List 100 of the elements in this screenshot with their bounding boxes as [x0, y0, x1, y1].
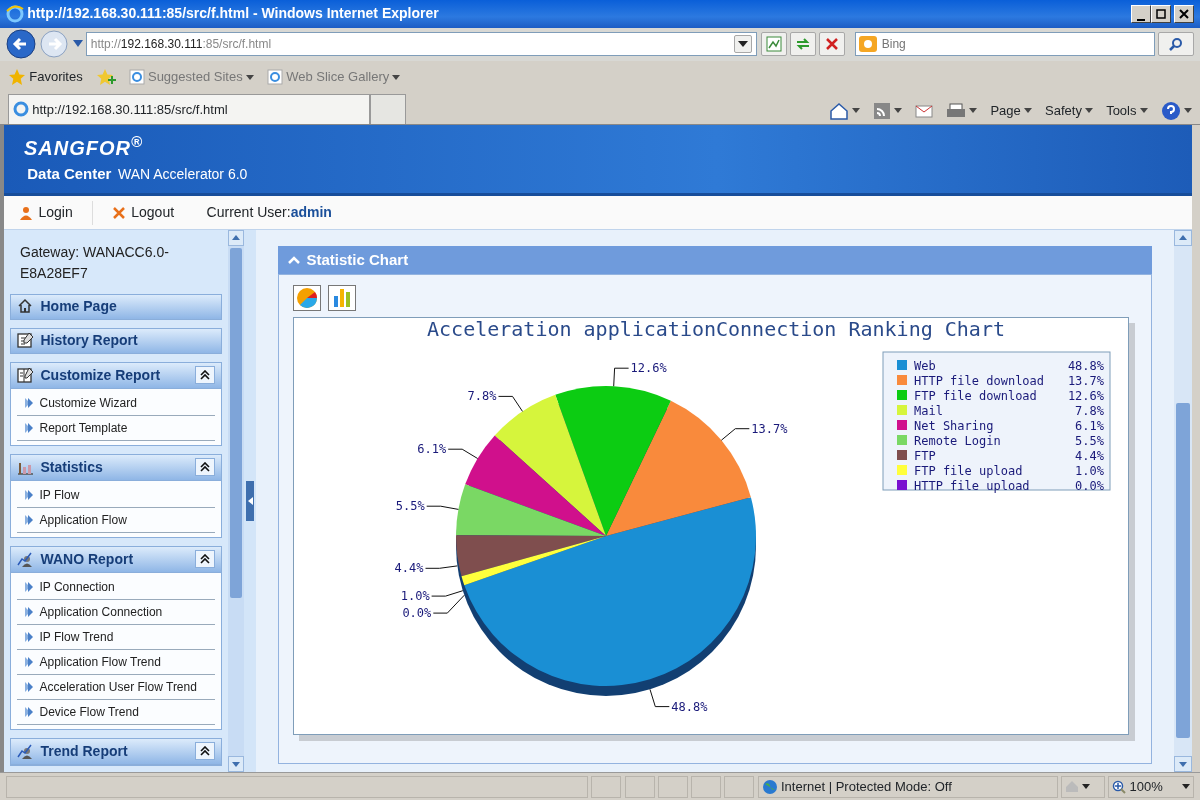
legend-value: 48.8% — [1067, 358, 1104, 373]
browser-tab[interactable]: http://192.168.30.111:85/src/f.html — [8, 93, 370, 124]
print-button[interactable] — [946, 103, 978, 119]
collapse-button[interactable] — [195, 366, 215, 385]
document-icon — [17, 332, 34, 350]
arrow-right-icon — [25, 489, 33, 500]
pie-chart-button[interactable] — [293, 284, 321, 311]
caret-icon — [894, 108, 903, 114]
legend-value: 0.0% — [1075, 478, 1104, 493]
nav-button[interactable]: Home Page — [10, 293, 222, 320]
caret-icon — [969, 108, 978, 114]
home-button[interactable] — [828, 101, 860, 120]
command-menu[interactable]: Page — [990, 100, 1033, 121]
stop-button[interactable] — [819, 32, 845, 57]
favorites-button[interactable]: Favorites — [8, 67, 83, 87]
scroll-down-button[interactable] — [1174, 756, 1192, 773]
zoom-button[interactable]: 100% — [1108, 775, 1194, 798]
command-menu[interactable]: Safety — [1045, 100, 1094, 121]
nav-item[interactable]: Application Flow — [17, 507, 215, 533]
bar-chart-icon — [332, 288, 351, 307]
collapse-button[interactable] — [195, 742, 215, 761]
caret-icon — [1181, 784, 1190, 790]
caret-icon — [1082, 784, 1091, 790]
chevron-up-icon — [200, 370, 210, 381]
nav-item[interactable]: IP Flow — [17, 482, 215, 508]
section-header[interactable]: Customize Report — [11, 362, 221, 389]
gateway-label: Gateway: WANACC6.0-E8A28EF7 — [19, 242, 170, 283]
search-field[interactable]: Bing — [854, 32, 1155, 57]
refresh-button[interactable] — [789, 32, 816, 57]
bar-chart-button[interactable] — [327, 284, 356, 311]
mail-icon[interactable] — [915, 103, 934, 118]
nav-item[interactable]: IP Connection — [17, 574, 215, 600]
maximize-button[interactable] — [1150, 4, 1171, 23]
collapse-sidebar-handle[interactable] — [246, 481, 254, 522]
legend-value: 13.7% — [1067, 373, 1104, 388]
security-zone-text: Internet | Protected Mode: Off — [781, 777, 952, 796]
arrow-right-icon — [25, 514, 33, 525]
caret-icon — [392, 74, 401, 80]
legend-label: HTTP file upload — [914, 478, 1030, 493]
leader-line — [425, 565, 458, 569]
arrow-down-icon — [232, 761, 240, 767]
house-icon — [1065, 780, 1079, 794]
compatibility-button[interactable] — [760, 32, 787, 57]
chevron-up-icon — [200, 462, 210, 473]
data-label: 4.4% — [394, 561, 424, 576]
legend-label: FTP file download — [914, 388, 1037, 403]
page-icon — [266, 69, 283, 85]
legend-value: 7.8% — [1075, 403, 1104, 418]
nav-item[interactable]: Application Connection — [17, 599, 215, 625]
nav-item[interactable]: Acceleration User Flow Trend — [17, 674, 215, 700]
app-subtitle: Data Center — [27, 163, 112, 184]
legend-label: Remote Login — [914, 433, 1001, 448]
legend-label: FTP — [914, 448, 936, 463]
printer-icon — [946, 103, 967, 119]
section-header[interactable]: Statistics — [11, 454, 221, 481]
nav-item[interactable]: IP Flow Trend — [17, 624, 215, 650]
user-chart-icon — [17, 742, 34, 760]
section-header[interactable]: WANO Report — [11, 546, 221, 573]
zoom-icon — [1112, 779, 1127, 794]
caret-icon — [1085, 108, 1094, 114]
arrow-right-icon — [25, 422, 33, 433]
login-link[interactable]: Login — [20, 202, 73, 224]
nav-button[interactable]: History Report — [10, 327, 222, 354]
logout-link[interactable]: Logout — [112, 202, 175, 224]
house-icon — [17, 298, 34, 316]
help-button[interactable] — [1160, 100, 1192, 121]
address-field[interactable]: http://192.168.30.111:85/src/f.html — [85, 32, 758, 57]
feed-icon — [872, 101, 891, 120]
close-button[interactable] — [1174, 4, 1194, 23]
nav-item[interactable]: Report Template — [17, 415, 215, 441]
data-label: 12.6% — [630, 361, 667, 376]
arrow-up-icon — [232, 235, 240, 241]
nav-item[interactable]: Customize Wizard — [17, 390, 215, 416]
scrollbar-thumb[interactable] — [1176, 402, 1190, 738]
minimize-button[interactable] — [1130, 4, 1151, 23]
leader-line — [498, 395, 523, 412]
address-dropdown-button[interactable] — [734, 35, 753, 54]
caret-icon[interactable] — [72, 40, 83, 49]
command-menu[interactable]: Tools — [1106, 100, 1148, 121]
chevron-up-icon — [288, 255, 300, 264]
leader-line — [447, 448, 479, 459]
collapse-button[interactable] — [195, 458, 215, 477]
caret-icon — [245, 74, 254, 80]
legend-value: 5.5% — [1075, 433, 1104, 448]
scroll-down-button[interactable] — [228, 756, 244, 773]
notebook-icon — [17, 366, 34, 384]
nav-item[interactable]: Application Flow Trend — [17, 649, 215, 675]
nav-item[interactable]: Device Flow Trend — [17, 699, 215, 725]
status-pane — [591, 775, 622, 798]
data-label: 7.8% — [467, 389, 497, 404]
back-button[interactable] — [6, 29, 36, 60]
legend-value: 12.6% — [1067, 388, 1104, 403]
collapse-button[interactable] — [195, 550, 215, 569]
status-pane — [624, 775, 655, 798]
section-header[interactable]: Trend Report — [11, 738, 221, 765]
legend-label: Mail — [914, 403, 943, 418]
feeds-button[interactable] — [872, 101, 903, 120]
star-icon — [8, 68, 26, 86]
search-button[interactable] — [1158, 32, 1194, 57]
scrollbar-thumb[interactable] — [230, 247, 242, 598]
